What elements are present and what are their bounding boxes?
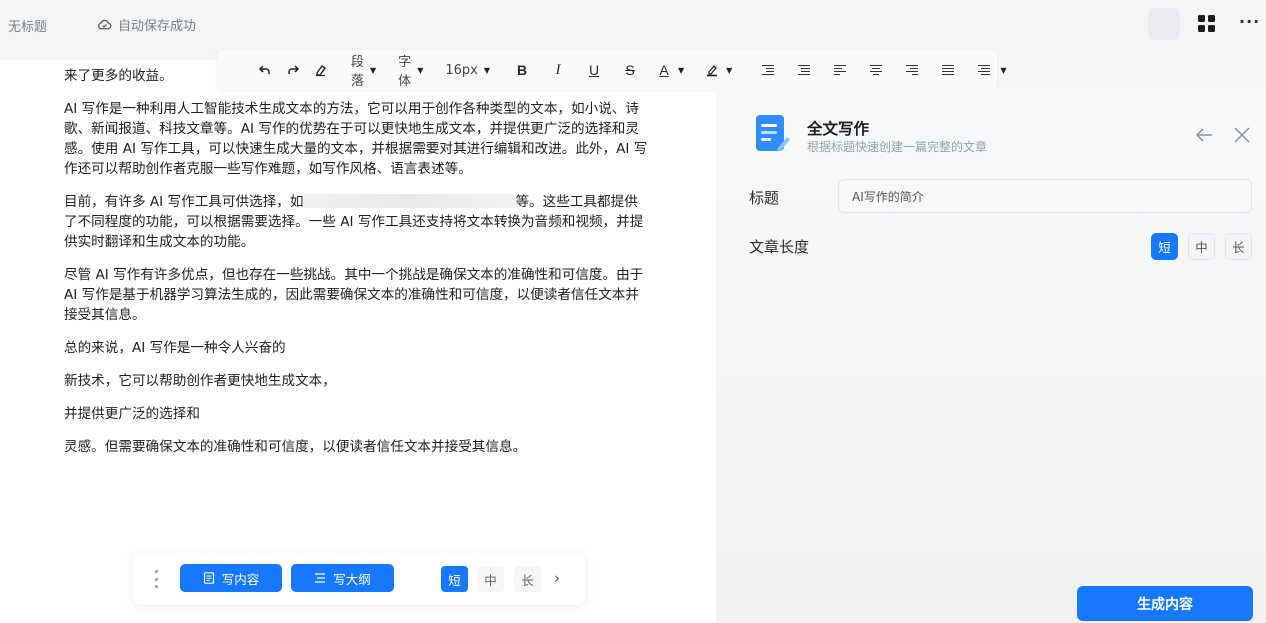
font-size-value: 16px (445, 62, 478, 78)
editor-content[interactable]: 来了更多的收益。 AI 写作是一种利用人工智能技术生成文本的方法，它可以用于创作… (64, 66, 650, 470)
document-title[interactable]: 无标题 (8, 16, 47, 35)
paragraph-label: 段落 (351, 55, 365, 89)
panel-title: 全文写作 (807, 120, 870, 138)
align-left-icon[interactable] (830, 58, 850, 82)
undo-icon[interactable] (255, 58, 275, 82)
list-icon (315, 573, 326, 583)
bold-button[interactable]: B (512, 58, 532, 82)
ai-assist-bar: 写内容 写大纲 短 中 长 › (133, 553, 585, 605)
align-center-icon[interactable] (866, 58, 886, 82)
length-medium-option[interactable]: 中 (1188, 233, 1215, 260)
paragraph: 尽管 AI 写作有许多优点，但也存在一些挑战。其中一个挑战是确保文本的准确性和可… (64, 267, 644, 323)
paragraph: 总的来说，AI 写作是一种令人兴奋的 (64, 340, 286, 356)
format-toolbar: 段落 ▼ 字体 ▼ 16px ▼ B I U S A ▼ ▼ ▼ (217, 50, 1006, 90)
caret-down-icon: ▼ (370, 65, 377, 75)
editor-canvas[interactable]: 来了更多的收益。 AI 写作是一种利用人工智能技术生成文本的方法，它可以用于创作… (0, 60, 716, 623)
paragraph: 并提供更广泛的选择和 (64, 406, 200, 422)
write-content-label: 写内容 (221, 571, 260, 587)
caret-down-icon: ▼ (483, 65, 490, 75)
font-label: 字体 (398, 55, 412, 89)
caret-down-icon[interactable]: ▼ (1000, 66, 1006, 75)
top-bar: 无标题 自动保存成功 ··· (0, 0, 1266, 48)
document-icon (203, 572, 214, 584)
indent-decrease-icon[interactable] (758, 58, 778, 82)
write-outline-label: 写大纲 (333, 571, 371, 587)
font-color-label: A (659, 62, 669, 78)
length-short-option[interactable]: 短 (1151, 233, 1178, 260)
strikethrough-button[interactable]: S (620, 58, 640, 82)
indent-increase-icon[interactable] (794, 58, 814, 82)
paragraph-dropdown[interactable]: 段落 ▼ (351, 51, 376, 89)
redo-icon[interactable] (283, 58, 303, 82)
highlight-icon[interactable] (702, 58, 722, 82)
paragraph: 目前，有许多 AI 写作工具可供选择，如 等。这些工具都提供了不同程度的功能，可以… (64, 192, 650, 252)
write-content-button[interactable]: 写内容 (180, 564, 282, 592)
length-short-button[interactable]: 短 (441, 566, 468, 592)
write-outline-button[interactable]: 写大纲 (291, 564, 394, 592)
caret-down-icon: ▼ (417, 65, 424, 75)
caret-down-icon[interactable]: ▼ (678, 66, 684, 75)
chevron-right-icon[interactable]: › (554, 569, 560, 587)
back-arrow-icon[interactable] (1194, 125, 1214, 145)
line-height-icon[interactable] (974, 58, 994, 82)
paragraph: 新技术，它可以帮助创作者更快地生成文本， (64, 373, 336, 389)
title-input[interactable] (838, 179, 1252, 213)
length-long-option[interactable]: 长 (1225, 233, 1252, 260)
underline-button[interactable]: U (584, 58, 604, 82)
full-write-panel: 全文写作 根据标题快速创建一篇完整的文章 标题 文章长度 短 中 长 生成内容 (716, 88, 1266, 623)
autosave-text: 自动保存成功 (118, 19, 197, 34)
paragraph-prefix: 目前，有许多 AI 写作工具可供选择，如 (64, 194, 304, 210)
more-icon[interactable]: ··· (1239, 12, 1260, 31)
font-color-button[interactable]: A (654, 58, 674, 82)
font-size-dropdown[interactable]: 16px ▼ (445, 63, 490, 78)
align-right-icon[interactable] (902, 58, 922, 82)
close-icon[interactable] (1233, 126, 1251, 144)
generate-content-button[interactable]: 生成内容 (1077, 586, 1253, 621)
paragraph: 灵感。但需要确保文本的准确性和可信度，以便读者信任文本并接受其信息。 (64, 439, 527, 455)
font-dropdown[interactable]: 字体 ▼ (398, 51, 423, 89)
paragraph: AI 写作是一种利用人工智能技术生成文本的方法，它可以用于创作各种类型的文本，如… (64, 101, 648, 177)
caret-down-icon[interactable]: ▼ (726, 66, 732, 75)
align-justify-icon[interactable] (938, 58, 958, 82)
cloud-check-icon (98, 19, 112, 30)
length-medium-button[interactable]: 中 (477, 566, 504, 592)
clear-format-icon[interactable] (311, 58, 331, 82)
document-logo-icon (756, 115, 790, 152)
panel-subtitle: 根据标题快速创建一篇完整的文章 (807, 140, 988, 154)
avatar[interactable] (1148, 8, 1180, 40)
drag-handle-icon[interactable] (155, 570, 159, 588)
italic-button[interactable]: I (548, 58, 568, 82)
apps-grid-icon[interactable] (1198, 15, 1215, 32)
length-field-label: 文章长度 (749, 238, 810, 256)
redacted-text (303, 194, 516, 208)
title-field-label: 标题 (749, 189, 780, 207)
autosave-status: 自动保存成功 (97, 15, 196, 34)
length-long-button[interactable]: 长 (514, 566, 541, 592)
